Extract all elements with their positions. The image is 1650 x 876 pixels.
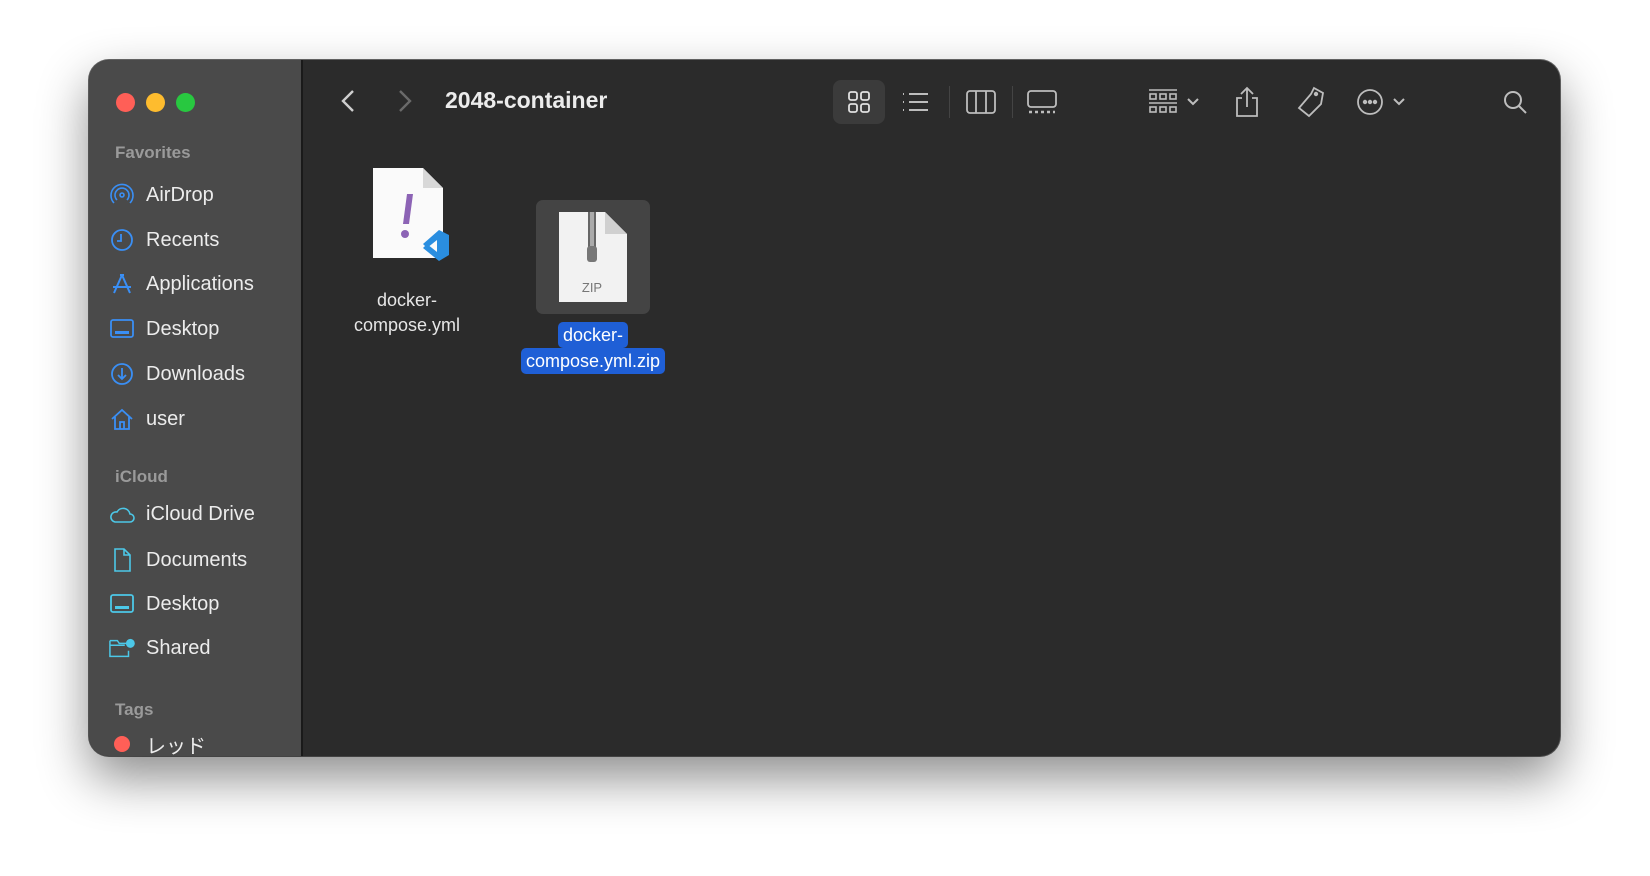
group-icon bbox=[1149, 89, 1177, 113]
sidebar-item-airdrop[interactable]: AirDrop bbox=[109, 177, 299, 213]
sidebar-item-label: Desktop bbox=[146, 317, 220, 340]
download-icon bbox=[109, 361, 135, 387]
tag-icon bbox=[1297, 86, 1325, 118]
yaml-file-icon bbox=[373, 168, 449, 261]
icon-view-button[interactable] bbox=[833, 80, 885, 124]
share-icon bbox=[1236, 86, 1258, 117]
chevron-left-icon bbox=[341, 90, 354, 112]
list-icon bbox=[903, 93, 928, 111]
sidebar-item-icloud-desktop[interactable]: Desktop bbox=[109, 586, 299, 622]
desktop-icon bbox=[109, 316, 135, 342]
red-tag-dot-icon bbox=[109, 731, 135, 756]
folder-title: 2048-container bbox=[445, 87, 608, 113]
minimize-button[interactable] bbox=[146, 93, 165, 112]
group-by-button[interactable] bbox=[1143, 84, 1205, 120]
close-button[interactable] bbox=[116, 93, 135, 112]
sidebar-item-label: user bbox=[146, 407, 185, 430]
desktop-icon bbox=[109, 591, 135, 617]
sidebar: Favorites AirDrop Recents Applications D… bbox=[89, 60, 303, 756]
icloud-header: iCloud bbox=[115, 467, 168, 486]
forward-button[interactable] bbox=[392, 86, 418, 116]
sidebar-item-label: iCloud Drive bbox=[146, 502, 255, 525]
sidebar-item-user[interactable]: user bbox=[109, 401, 299, 437]
sidebar-item-label: Recents bbox=[146, 228, 220, 251]
sidebar-item-shared[interactable]: Shared bbox=[109, 630, 299, 666]
grid-icon bbox=[848, 91, 870, 113]
file-name-line: compose.yml.zip bbox=[520, 348, 666, 374]
sidebar-item-label: Applications bbox=[146, 272, 254, 295]
clock-icon bbox=[109, 227, 135, 253]
sidebar-item-applications[interactable]: Applications bbox=[109, 266, 299, 302]
zip-badge-label: ZIP bbox=[581, 280, 603, 295]
cloud-icon bbox=[109, 501, 135, 527]
back-button[interactable] bbox=[335, 86, 361, 116]
search-icon bbox=[1504, 91, 1527, 114]
list-view-button[interactable] bbox=[893, 84, 937, 120]
share-button[interactable] bbox=[1229, 80, 1265, 124]
finder-window: Favorites AirDrop Recents Applications D… bbox=[89, 60, 1560, 756]
sidebar-item-label: レッド bbox=[146, 735, 206, 757]
chevron-right-icon bbox=[399, 90, 412, 112]
chevron-down-icon bbox=[1393, 98, 1405, 106]
shared-folder-icon bbox=[109, 635, 135, 661]
sidebar-item-label: Shared bbox=[146, 636, 211, 659]
sidebar-item-label: AirDrop bbox=[146, 183, 214, 206]
sidebar-item-icloud-drive[interactable]: iCloud Drive bbox=[109, 496, 299, 532]
home-icon bbox=[109, 406, 135, 432]
sidebar-item-label: Documents bbox=[146, 548, 248, 571]
sidebar-item-label: Downloads bbox=[146, 362, 245, 385]
file-item[interactable]: docker-compose.yml bbox=[337, 164, 477, 335]
document-icon bbox=[109, 547, 135, 573]
more-actions-button[interactable] bbox=[1351, 84, 1411, 120]
file-name-line: docker- bbox=[557, 322, 629, 348]
chevron-down-icon bbox=[1187, 98, 1199, 106]
favorites-header: Favorites bbox=[115, 143, 191, 162]
gallery-view-button[interactable] bbox=[1020, 84, 1064, 120]
columns-icon bbox=[966, 90, 996, 114]
file-item-selected[interactable]: ZIP docker-compose.yml.zip bbox=[493, 200, 693, 374]
sidebar-item-documents[interactable]: Documents bbox=[109, 542, 299, 578]
file-name-line: docker- bbox=[376, 290, 438, 310]
sidebar-item-downloads[interactable]: Downloads bbox=[109, 356, 299, 392]
applications-icon bbox=[109, 271, 135, 297]
column-view-button[interactable] bbox=[959, 84, 1003, 120]
main-content: 2048-container docker-compose.yml ZIP do… bbox=[303, 60, 1560, 756]
zoom-button[interactable] bbox=[176, 93, 195, 112]
tags-header: Tags bbox=[115, 700, 154, 719]
sidebar-tag-red[interactable]: レッド bbox=[109, 726, 299, 756]
sidebar-item-recents[interactable]: Recents bbox=[109, 222, 299, 258]
gallery-icon bbox=[1027, 90, 1057, 114]
sidebar-item-label: Desktop bbox=[146, 592, 220, 615]
search-button[interactable] bbox=[1497, 84, 1533, 120]
airdrop-icon bbox=[109, 182, 135, 208]
sidebar-item-desktop[interactable]: Desktop bbox=[109, 311, 299, 347]
ellipsis-circle-icon bbox=[1357, 89, 1383, 115]
file-name-line: compose.yml bbox=[353, 315, 461, 335]
tag-button[interactable] bbox=[1291, 80, 1331, 124]
